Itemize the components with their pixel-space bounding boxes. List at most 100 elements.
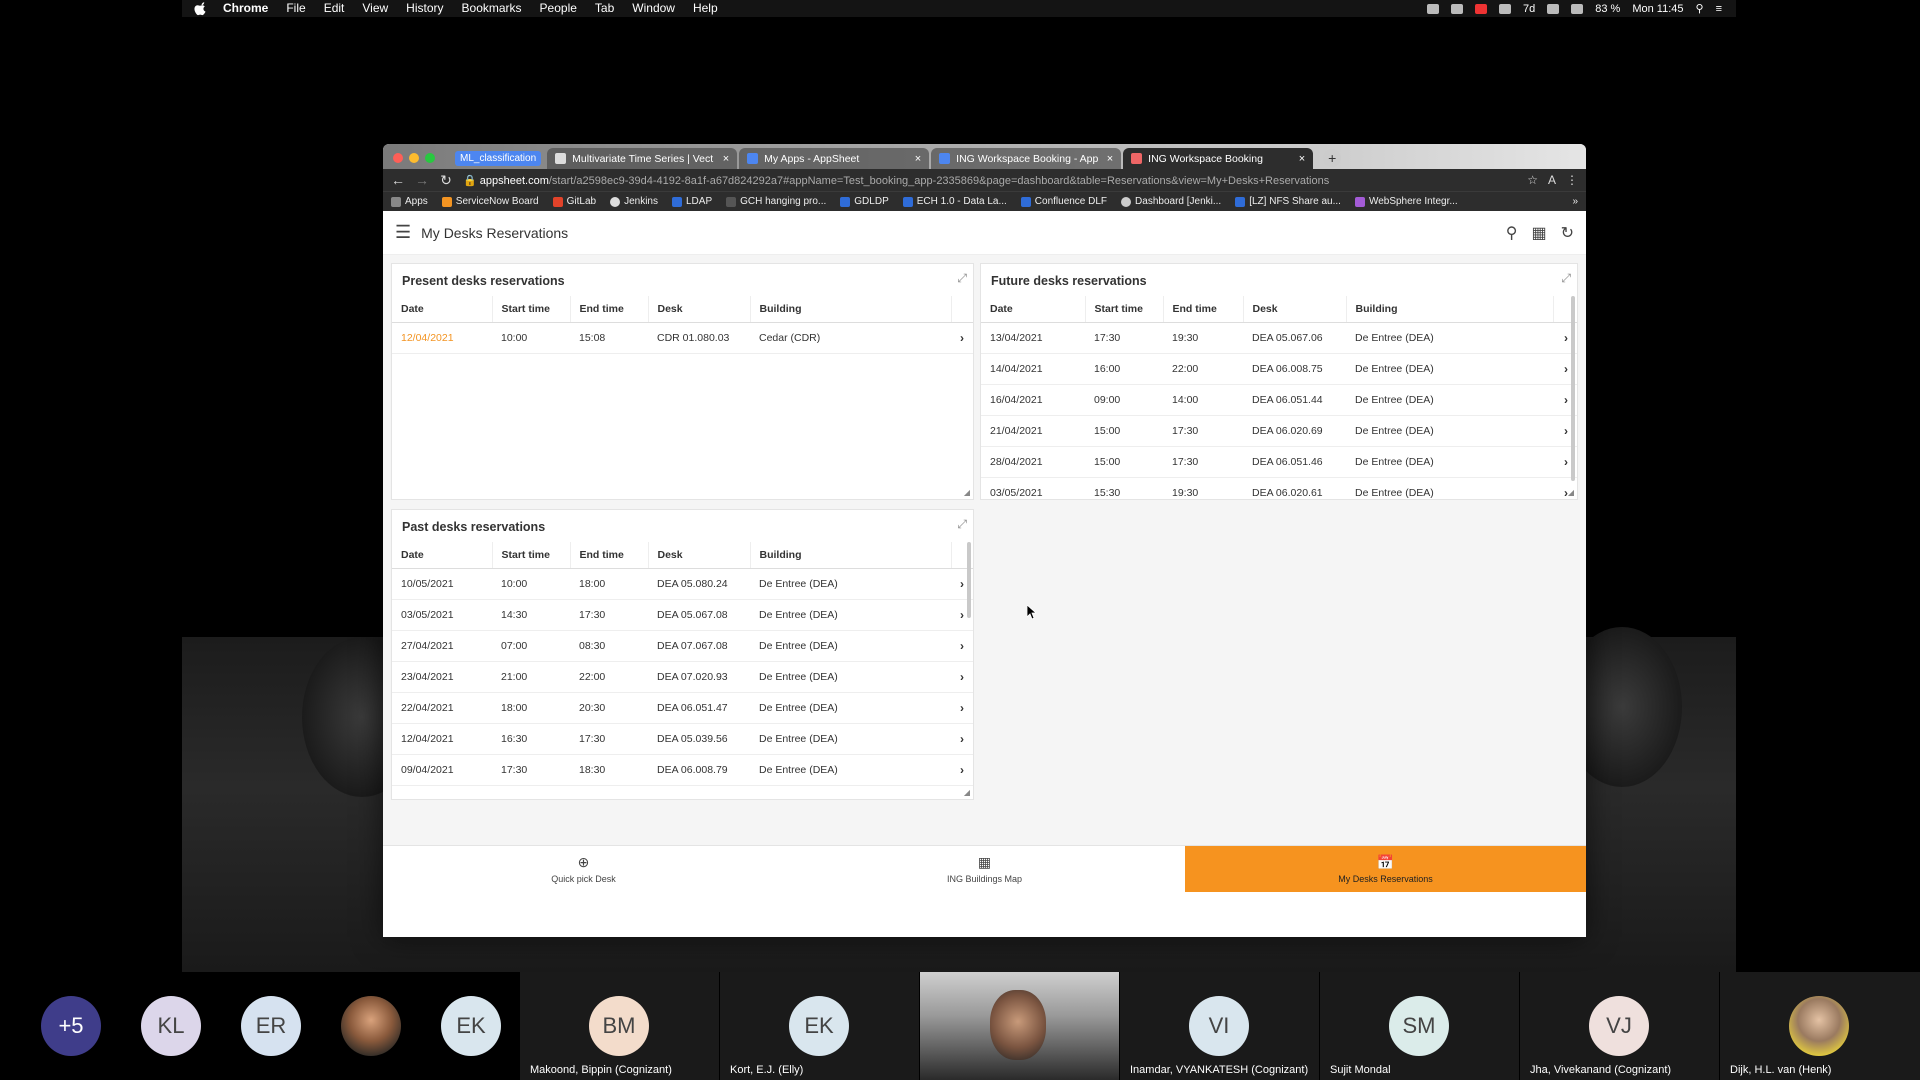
scrollbar[interactable]	[1571, 296, 1575, 481]
close-tab-icon[interactable]: ×	[1299, 153, 1305, 165]
address-bar[interactable]: 🔒 appsheet.com/start/a2598ec9-39d4-4192-…	[463, 174, 1517, 187]
clock[interactable]: Mon 11:45	[1632, 3, 1683, 15]
chevron-right-icon[interactable]: ›	[951, 630, 973, 662]
hamburger-menu-icon[interactable]: ☰	[395, 222, 411, 243]
tab-multivariate[interactable]: Multivariate Time Series | Vect ×	[547, 148, 738, 169]
participant-video[interactable]	[920, 972, 1119, 1080]
table-row[interactable]: 28/04/2021 15:00 17:30 DEA 06.051.46 De …	[981, 446, 1577, 478]
table-row[interactable]: 16/04/2021 09:00 14:00 DEA 06.051.44 De …	[981, 384, 1577, 416]
bookmark-jenkins[interactable]: Jenkins	[610, 196, 658, 207]
col-desk[interactable]: Desk	[1243, 296, 1347, 323]
participant-tile[interactable]: ER	[228, 972, 314, 1080]
col-start[interactable]: Start time	[492, 296, 571, 323]
col-start[interactable]: Start time	[1085, 296, 1164, 323]
profile-icon[interactable]: A	[1548, 173, 1556, 187]
status-red-icon[interactable]	[1475, 3, 1488, 14]
participant-tile[interactable]: Dijk, H.L. van (Henk)	[1720, 972, 1920, 1080]
volume-icon[interactable]	[1571, 3, 1584, 14]
col-building[interactable]: Building	[1346, 296, 1554, 323]
search-icon[interactable]: ⚲	[1506, 223, 1518, 243]
menu-file[interactable]: File	[277, 0, 314, 17]
bookmark-confluence[interactable]: Confluence DLF	[1020, 196, 1107, 207]
chevron-right-icon[interactable]: ›	[951, 754, 973, 786]
menu-view[interactable]: View	[353, 0, 397, 17]
table-row[interactable]: 12/04/2021 10:00 15:08 CDR 01.080.03 Ced…	[392, 322, 973, 354]
col-date[interactable]: Date	[392, 296, 493, 323]
close-tab-icon[interactable]: ×	[1107, 153, 1113, 165]
table-row[interactable]: 12/04/2021 16:30 17:30 DEA 05.039.56 De …	[392, 723, 973, 755]
refresh-icon[interactable]: ↻	[1561, 223, 1574, 243]
bookmark-gch[interactable]: GCH hanging pro...	[726, 196, 826, 207]
weather-text[interactable]: 7d	[1523, 3, 1535, 15]
col-desk[interactable]: Desk	[648, 542, 751, 569]
participant-tile[interactable]: EK Kort, E.J. (Elly)	[720, 972, 919, 1080]
participant-tile[interactable]	[328, 972, 414, 1080]
participant-tile[interactable]: VJ Jha, Vivekanand (Cognizant)	[1520, 972, 1719, 1080]
close-window-icon[interactable]	[393, 153, 403, 163]
chevron-right-icon[interactable]: ›	[951, 322, 973, 354]
menu-help[interactable]: Help	[684, 0, 727, 17]
scrollbar[interactable]	[967, 542, 971, 618]
record-icon[interactable]	[1499, 3, 1512, 14]
forward-icon[interactable]: →	[415, 172, 429, 188]
menu-window[interactable]: Window	[623, 0, 684, 17]
participant-tile[interactable]: EK	[428, 972, 514, 1080]
wifi-icon[interactable]	[1547, 3, 1560, 14]
resize-handle-icon[interactable]: ◢	[964, 788, 970, 797]
expand-icon[interactable]: ⤢	[957, 517, 967, 532]
bookmark-servicenow[interactable]: ServiceNow Board	[441, 196, 539, 207]
menu-history[interactable]: History	[397, 0, 452, 17]
participant-tile[interactable]: VI Inamdar, VYANKATESH (Cognizant)	[1120, 972, 1319, 1080]
bookmark-websphere[interactable]: WebSphere Integr...	[1354, 196, 1458, 207]
col-building[interactable]: Building	[750, 296, 952, 323]
table-row[interactable]: 13/04/2021 17:30 19:30 DEA 05.067.06 De …	[981, 322, 1577, 354]
bookmark-nfs[interactable]: [LZ] NFS Share au...	[1235, 196, 1341, 207]
menu-tab[interactable]: Tab	[586, 0, 623, 17]
table-row[interactable]: 03/05/2021 15:30 19:30 DEA 06.020.61 De …	[981, 477, 1577, 499]
lock-icon[interactable]	[1451, 3, 1464, 14]
kebab-menu-icon[interactable]: ⋮	[1566, 173, 1578, 187]
battery-percent[interactable]: 83 %	[1595, 3, 1620, 15]
table-row[interactable]: 10/05/2021 10:00 18:00 DEA 05.080.24 De …	[392, 568, 973, 600]
chevron-right-icon[interactable]: ›	[951, 723, 973, 755]
nav-buildings-map[interactable]: ▦ ING Buildings Map	[784, 846, 1185, 892]
close-tab-icon[interactable]: ×	[915, 153, 921, 165]
participant-tile[interactable]: BM Makoond, Bippin (Cognizant)	[520, 972, 719, 1080]
col-start[interactable]: Start time	[492, 542, 571, 569]
cloud-icon[interactable]	[1427, 3, 1440, 14]
close-tab-icon[interactable]: ×	[723, 153, 729, 165]
new-tab-button[interactable]: +	[1323, 149, 1342, 167]
expand-icon[interactable]: ⤢	[957, 271, 967, 286]
reload-icon[interactable]: ↻	[439, 172, 453, 189]
bookmarks-overflow-icon[interactable]: »	[1572, 196, 1578, 207]
spotlight-icon[interactable]: ⚲	[1696, 2, 1704, 15]
col-end[interactable]: End time	[570, 542, 649, 569]
participant-tile[interactable]: SM Sujit Mondal	[1320, 972, 1519, 1080]
col-building[interactable]: Building	[750, 542, 952, 569]
apple-icon[interactable]	[194, 1, 208, 16]
participant-overflow[interactable]: +5	[28, 972, 114, 1080]
col-end[interactable]: End time	[570, 296, 649, 323]
tab-ing-booking-app[interactable]: ING Workspace Booking - App ×	[931, 148, 1122, 169]
tab-ing-booking-active[interactable]: ING Workspace Booking ×	[1123, 148, 1314, 169]
col-date[interactable]: Date	[981, 296, 1086, 323]
table-row[interactable]: 14/04/2021 16:00 22:00 DEA 06.008.75 De …	[981, 353, 1577, 385]
grid-view-icon[interactable]: ▦	[1531, 223, 1546, 243]
table-row[interactable]: 21/04/2021 15:00 17:30 DEA 06.020.69 De …	[981, 415, 1577, 447]
minimize-window-icon[interactable]	[409, 153, 419, 163]
menu-bookmarks[interactable]: Bookmarks	[453, 0, 531, 17]
chevron-right-icon[interactable]: ›	[951, 692, 973, 724]
bookmark-dashboard[interactable]: Dashboard [Jenki...	[1121, 196, 1221, 207]
nav-quick-pick-desk[interactable]: ⊕ Quick pick Desk	[383, 846, 784, 892]
menu-app-name[interactable]: Chrome	[214, 0, 277, 17]
tab-my-apps[interactable]: My Apps - AppSheet ×	[739, 148, 930, 169]
bookmark-gitlab[interactable]: GitLab	[552, 196, 596, 207]
table-row[interactable]: 03/05/2021 14:30 17:30 DEA 05.067.08 De …	[392, 599, 973, 631]
zoom-window-icon[interactable]	[425, 153, 435, 163]
menu-edit[interactable]: Edit	[315, 0, 354, 17]
table-row[interactable]: 27/04/2021 07:00 08:30 DEA 07.067.08 De …	[392, 630, 973, 662]
col-end[interactable]: End time	[1163, 296, 1244, 323]
resize-handle-icon[interactable]: ◢	[964, 488, 970, 497]
nav-my-desks-reservations[interactable]: 📅 My Desks Reservations	[1185, 846, 1586, 892]
col-desk[interactable]: Desk	[648, 296, 751, 323]
